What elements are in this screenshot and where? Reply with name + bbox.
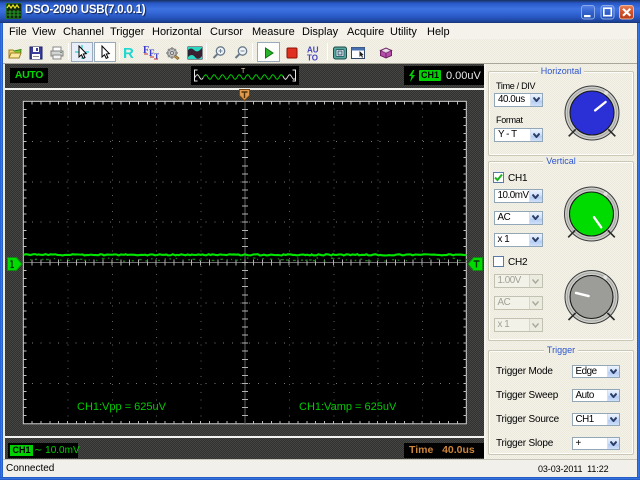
svg-text:R: R — [123, 45, 134, 61]
svg-text:TO: TO — [307, 54, 318, 62]
svg-text:CH1:Vpp = 625uV: CH1:Vpp = 625uV — [77, 401, 167, 413]
svg-text:T: T — [154, 52, 159, 61]
svg-text:T: T — [241, 68, 246, 75]
svg-text:CH1:Vamp = 625uV: CH1:Vamp = 625uV — [299, 401, 397, 413]
